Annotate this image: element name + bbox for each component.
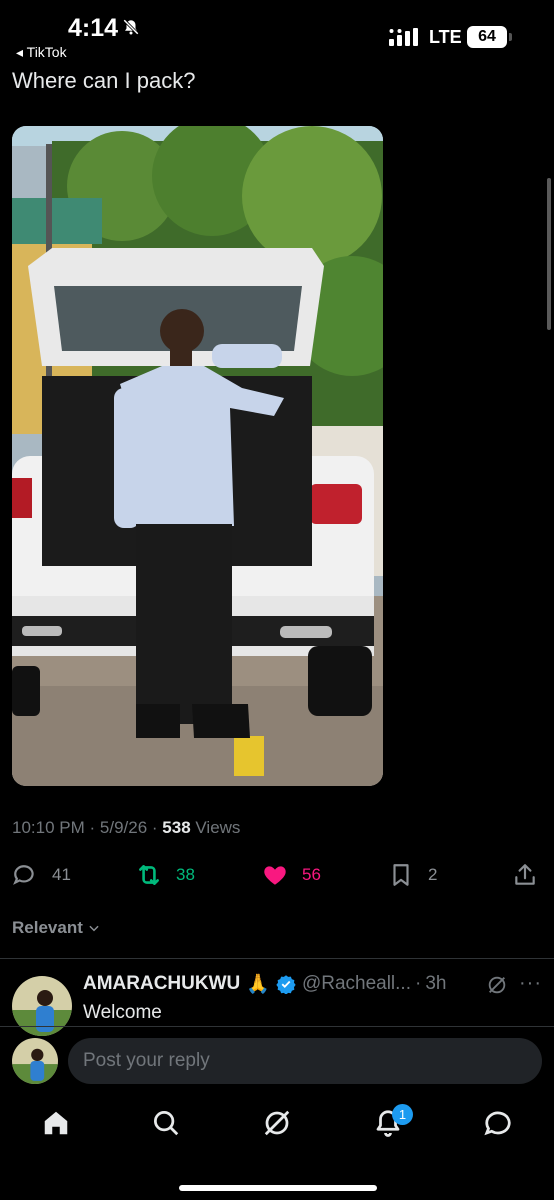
signal-icon xyxy=(389,28,418,46)
post-photo-graphic xyxy=(12,126,383,786)
post-image[interactable] xyxy=(12,126,383,786)
reply-header: AMARACHUKWU 🙏 @Racheall... · 3h xyxy=(83,972,446,996)
share-icon xyxy=(515,864,535,885)
reply-author-emoji: 🙏 xyxy=(246,974,270,995)
status-time: 4:14 xyxy=(68,14,119,42)
avatar-image xyxy=(12,976,72,1036)
meta-dot: · xyxy=(89,818,100,837)
divider xyxy=(0,958,554,959)
bookmark-icon xyxy=(393,864,409,886)
sort-replies-dropdown[interactable]: Relevant xyxy=(12,918,101,938)
post-actions: 41 38 56 2 xyxy=(0,856,554,892)
reply-item[interactable]: AMARACHUKWU 🙏 @Racheall... · 3h ··· Welc… xyxy=(0,962,554,1036)
reply-text: Welcome xyxy=(83,1002,162,1023)
repost-count: 38 xyxy=(176,865,195,884)
network-type: LTE xyxy=(429,27,462,47)
bookmark-count: 2 xyxy=(428,865,438,884)
views-count: 538 xyxy=(162,818,191,837)
battery-nub xyxy=(509,33,512,41)
post-time: 10:10 PM xyxy=(12,818,85,837)
reply-icon xyxy=(13,865,34,885)
more-options-button[interactable]: ··· xyxy=(519,972,542,995)
reply-button[interactable]: 41 xyxy=(12,862,71,888)
bookmark-button[interactable]: 2 xyxy=(388,862,437,888)
like-count: 56 xyxy=(302,865,321,884)
home-icon[interactable] xyxy=(41,1108,71,1138)
repost-icon xyxy=(139,865,159,885)
reply-count: 41 xyxy=(52,865,71,884)
reply-input[interactable] xyxy=(68,1038,542,1084)
like-button[interactable]: 56 xyxy=(262,862,321,888)
reply-author-handle[interactable]: @Racheall... xyxy=(302,973,411,995)
reply-time: 3h xyxy=(425,973,447,994)
battery-icon: 64 xyxy=(467,26,513,48)
battery-level: 64 xyxy=(467,26,507,48)
post-date: 5/9/26 xyxy=(99,818,148,837)
avatar[interactable] xyxy=(12,976,72,1036)
views-label: Views xyxy=(195,818,241,837)
status-bar: 4:14 ◂ TikTok LTE 64 xyxy=(0,0,554,66)
repost-button[interactable]: 38 xyxy=(136,862,195,888)
notifications-badge: 1 xyxy=(392,1104,413,1125)
heart-icon xyxy=(264,866,286,885)
meta-dot: · xyxy=(151,818,163,837)
chevron-down-icon xyxy=(89,925,99,932)
back-to-app-link[interactable]: ◂ TikTok xyxy=(16,44,67,61)
scrollbar[interactable] xyxy=(547,178,551,330)
reply-author-name[interactable]: AMARACHUKWU xyxy=(83,973,240,995)
reply-composer xyxy=(0,1030,554,1092)
share-button[interactable] xyxy=(512,862,538,888)
sort-label: Relevant xyxy=(12,918,83,937)
divider xyxy=(0,1026,554,1027)
reply-separator: · xyxy=(415,973,422,994)
my-avatar[interactable] xyxy=(12,1038,58,1084)
search-icon[interactable] xyxy=(151,1108,181,1138)
home-indicator[interactable] xyxy=(179,1185,377,1191)
post-text: Where can I pack? xyxy=(12,68,196,93)
post-meta: 10:10 PM · 5/9/26 · 538 Views xyxy=(12,818,240,838)
my-avatar-image xyxy=(12,1038,58,1084)
messages-icon[interactable] xyxy=(483,1108,513,1138)
grok-icon[interactable] xyxy=(486,974,508,996)
grok-tab-icon[interactable] xyxy=(262,1108,292,1138)
bell-off-icon xyxy=(123,19,139,35)
verified-badge-icon xyxy=(276,975,296,994)
